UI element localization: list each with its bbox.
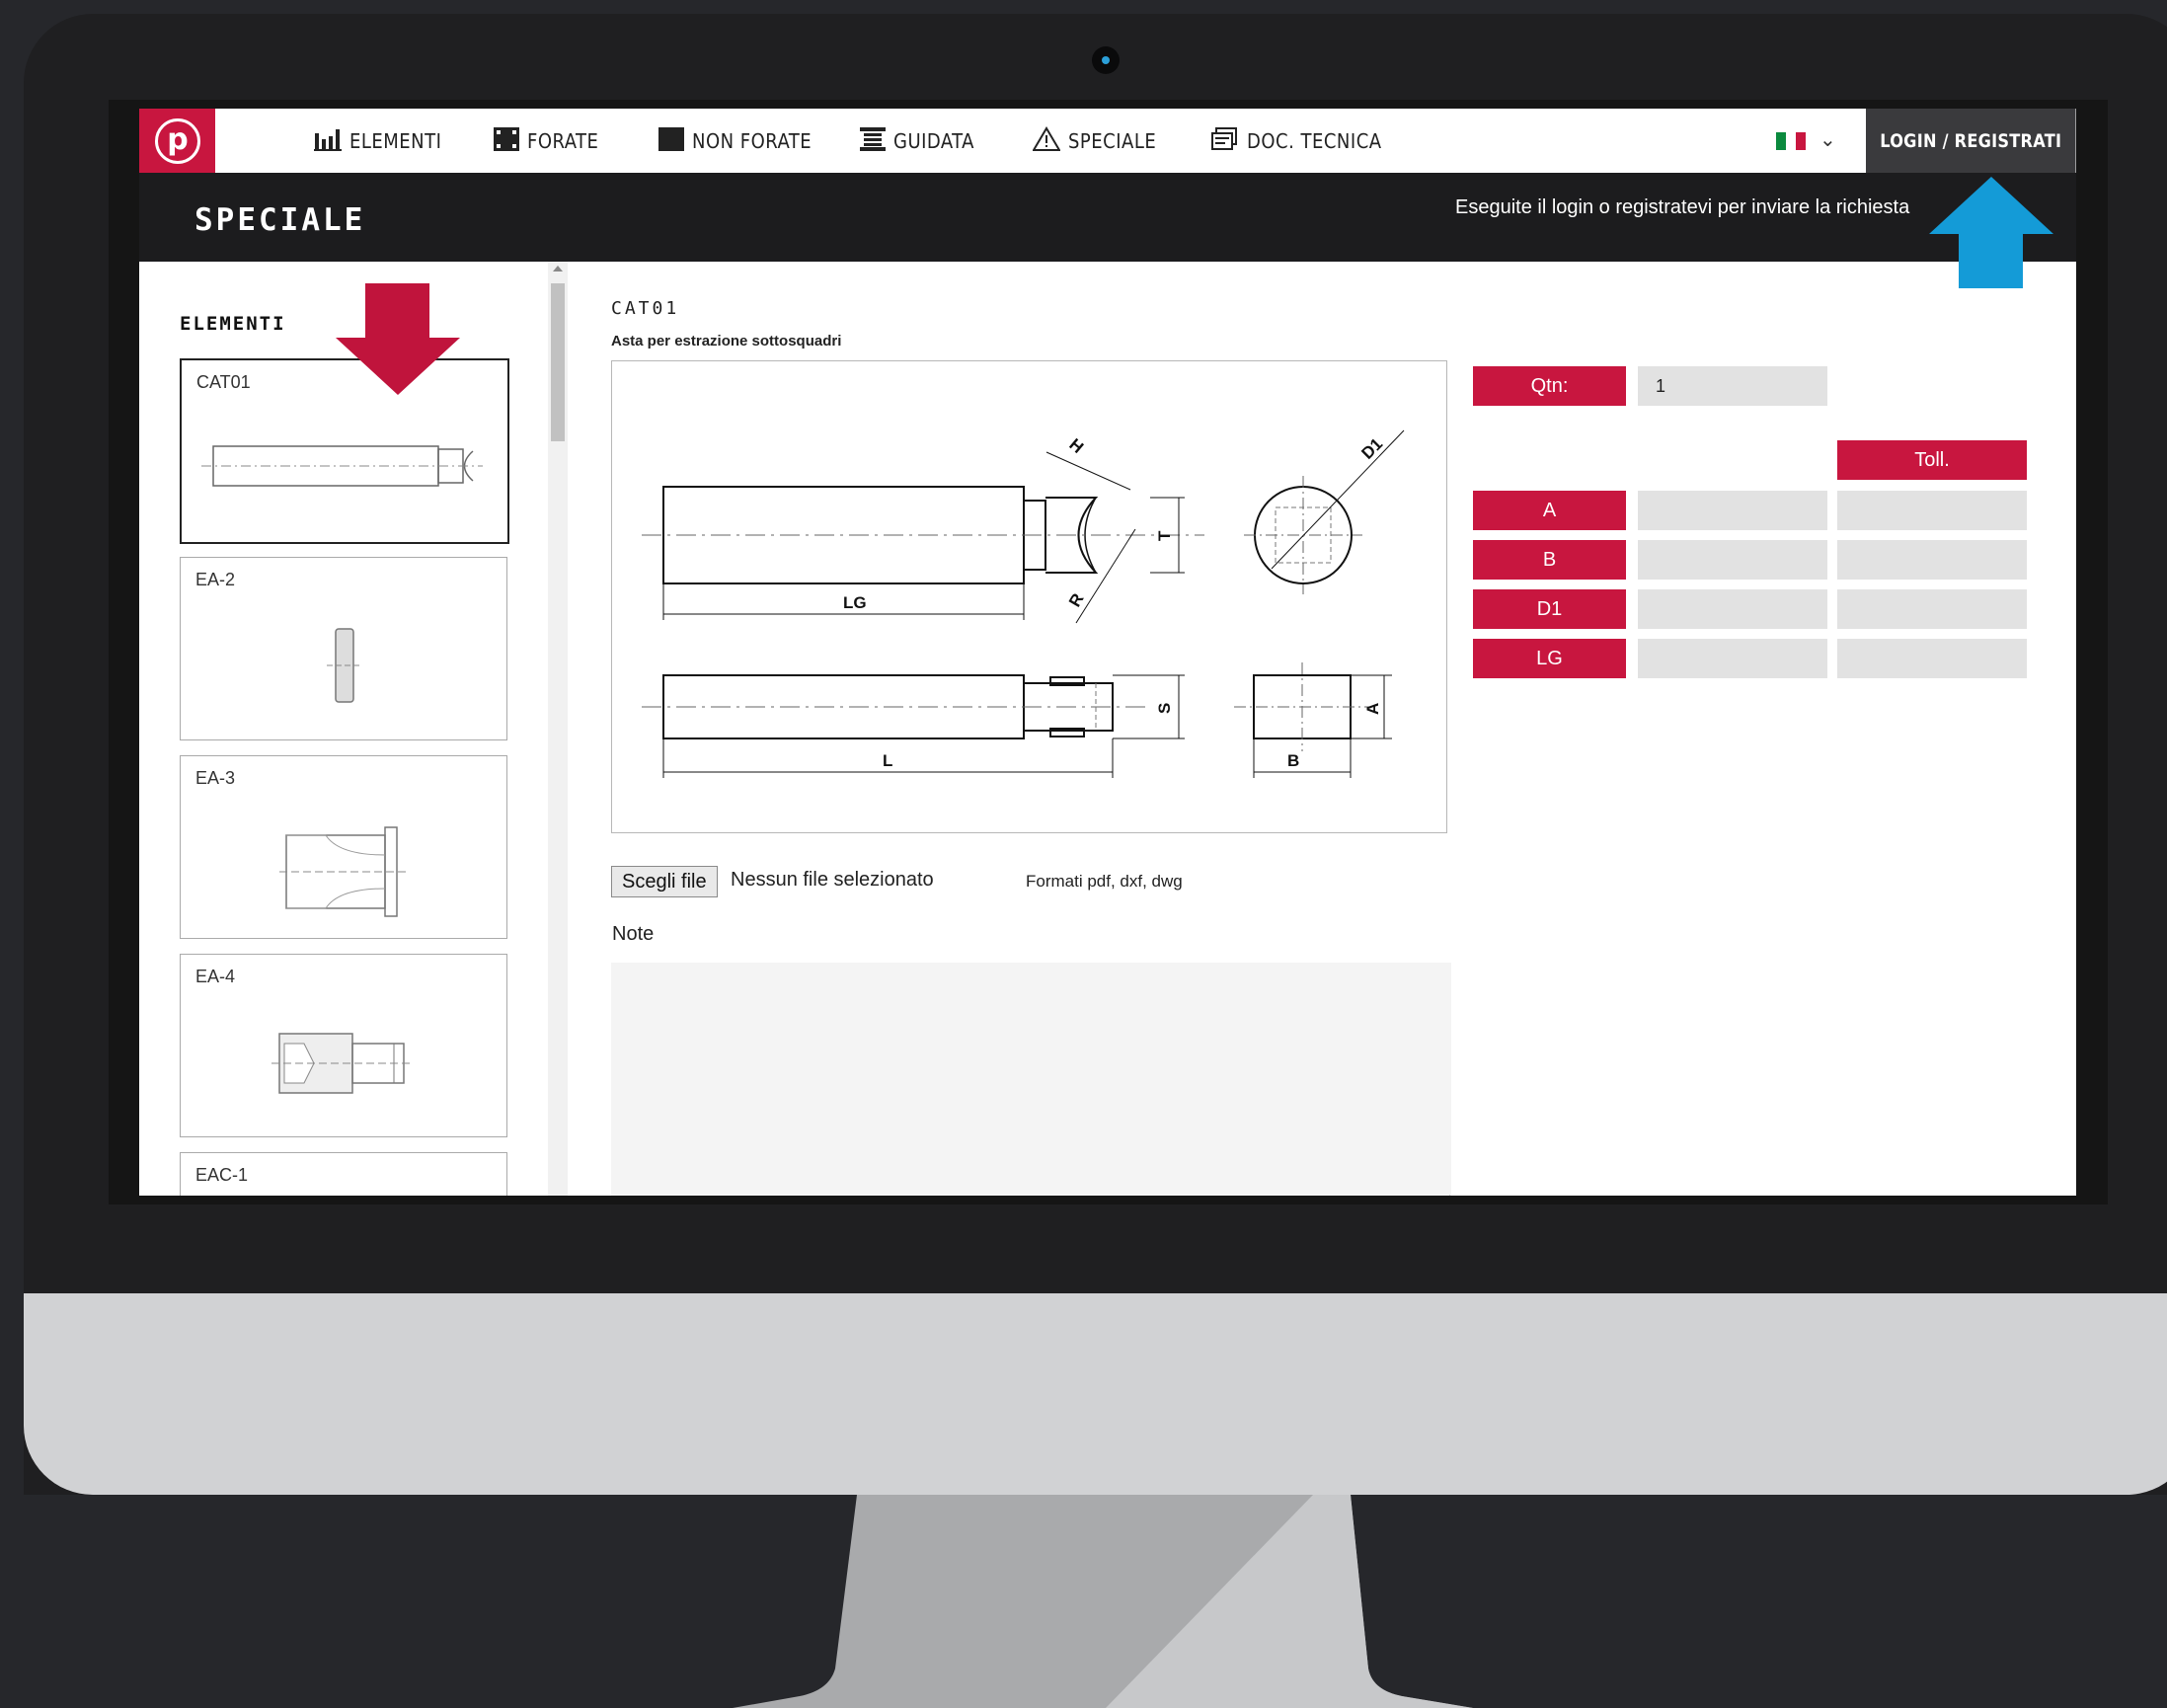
top-navigation: p ELEMENTI FORATE NON FORATE GUIDATA SPE… — [139, 109, 2076, 173]
nav-item-guidata[interactable]: GUIDATA — [860, 126, 974, 156]
login-message: Eseguite il login o registratevi per inv… — [1455, 196, 1910, 218]
sidebar: ELEMENTI CAT01 EA-2 EA-3 EA-4 EAC-1 — [139, 262, 544, 1196]
monitor-chin — [24, 1293, 2167, 1495]
element-card-ea-4[interactable]: EA-4 — [180, 954, 507, 1137]
square-holes-icon — [494, 126, 519, 156]
param-input-b[interactable] — [1638, 540, 1827, 580]
nav-item-label: FORATE — [527, 129, 599, 153]
toll-header: Toll. — [1837, 440, 2027, 480]
sidebar-heading: ELEMENTI — [180, 313, 286, 335]
nav-item-forate[interactable]: FORATE — [494, 126, 598, 156]
filled-square-icon — [658, 126, 684, 156]
qty-input[interactable]: 1 — [1638, 366, 1827, 406]
dim-label-h: H — [1065, 435, 1087, 457]
nav-item-label: GUIDATA — [893, 129, 974, 153]
nav-item-speciale[interactable]: SPECIALE — [1032, 125, 1157, 157]
logo[interactable]: p — [139, 109, 215, 173]
technical-drawing: LG H D1 T R S L A B — [611, 360, 1447, 833]
dim-label-r: R — [1065, 590, 1088, 610]
element-card-ea-2[interactable]: EA-2 — [180, 557, 507, 740]
param-input-d1[interactable] — [1638, 589, 1827, 629]
param-input-lg[interactable] — [1638, 639, 1827, 678]
blue-arrow-up-icon — [1929, 177, 2053, 288]
scroll-up-arrow-icon[interactable] — [553, 266, 563, 272]
dim-label-b: B — [1287, 751, 1299, 770]
dim-label-l: L — [883, 751, 892, 770]
dim-label-t: T — [1155, 530, 1174, 541]
bar-chart-icon — [314, 127, 342, 156]
ea-4-thumbnail — [271, 1033, 414, 1094]
dim-label-d1: D1 — [1357, 434, 1386, 463]
file-status: Nessun file selezionato — [731, 869, 934, 891]
cat01-thumbnail — [201, 445, 483, 487]
dim-label-a: A — [1363, 703, 1382, 715]
red-arrow-down-icon — [336, 283, 460, 395]
param-toll-input-d1[interactable] — [1837, 589, 2027, 629]
ea-2-thumbnail — [327, 628, 362, 703]
nav-item-label: SPECIALE — [1068, 129, 1157, 153]
sidebar-scrollbar[interactable] — [548, 262, 568, 1196]
param-toll-input-a[interactable] — [1837, 491, 2027, 530]
logo-icon: p — [155, 118, 200, 164]
product-description: Asta per estrazione sottosquadri — [611, 333, 842, 349]
login-register-button[interactable]: LOGIN / REGISTRATI — [1866, 109, 2076, 173]
web-page: p ELEMENTI FORATE NON FORATE GUIDATA SPE… — [139, 109, 2076, 1196]
nav-item-label: DOC. TECNICA — [1247, 129, 1382, 153]
nav-item-label: NON FORATE — [692, 129, 813, 153]
element-card-eac-1[interactable]: EAC-1 — [180, 1152, 507, 1196]
nav-item-label: ELEMENTI — [349, 129, 442, 153]
notes-label: Note — [612, 923, 655, 945]
notes-textarea[interactable] — [611, 963, 1451, 1196]
dim-label-lg: LG — [843, 593, 867, 612]
element-card-label: EAC-1 — [195, 1165, 249, 1185]
page-title: SPECIALE — [194, 202, 366, 238]
guide-icon — [860, 126, 886, 156]
scrollbar-thumb[interactable] — [551, 283, 565, 441]
file-formats-hint: Formati pdf, dxf, dwg — [1026, 872, 1183, 891]
page-header: SPECIALE Eseguite il login o registratev… — [139, 173, 2076, 262]
param-label-lg: LG — [1473, 639, 1626, 678]
param-label-a: A — [1473, 491, 1626, 530]
nav-item-doc-tecnica[interactable]: DOC. TECNICA — [1211, 126, 1382, 156]
param-label-b: B — [1473, 540, 1626, 580]
chevron-down-icon[interactable]: ⌄ — [1819, 127, 1836, 152]
param-toll-input-lg[interactable] — [1837, 639, 2027, 678]
param-toll-input-b[interactable] — [1837, 540, 2027, 580]
param-input-a[interactable] — [1638, 491, 1827, 530]
element-card-label: EA-3 — [195, 768, 236, 788]
qty-label: Qtn: — [1473, 366, 1626, 406]
dim-label-s: S — [1155, 703, 1174, 714]
technical-drawing-svg: LG H D1 T R S L A B — [642, 429, 1405, 778]
param-label-d1: D1 — [1473, 589, 1626, 629]
ea-3-thumbnail — [279, 826, 406, 917]
element-card-label: EA-2 — [195, 570, 236, 589]
document-icon — [1211, 126, 1239, 156]
nav-item-elementi[interactable]: ELEMENTI — [314, 126, 441, 156]
italian-flag-icon[interactable] — [1776, 132, 1806, 150]
element-card-label: CAT01 — [196, 372, 251, 392]
choose-file-button[interactable]: Scegli file — [611, 866, 718, 897]
nav-item-non-forate[interactable]: NON FORATE — [658, 126, 812, 156]
element-card-ea-3[interactable]: EA-3 — [180, 755, 507, 939]
warning-triangle-icon — [1032, 125, 1061, 157]
element-card-label: EA-4 — [195, 967, 236, 986]
product-code: CAT01 — [611, 298, 680, 319]
